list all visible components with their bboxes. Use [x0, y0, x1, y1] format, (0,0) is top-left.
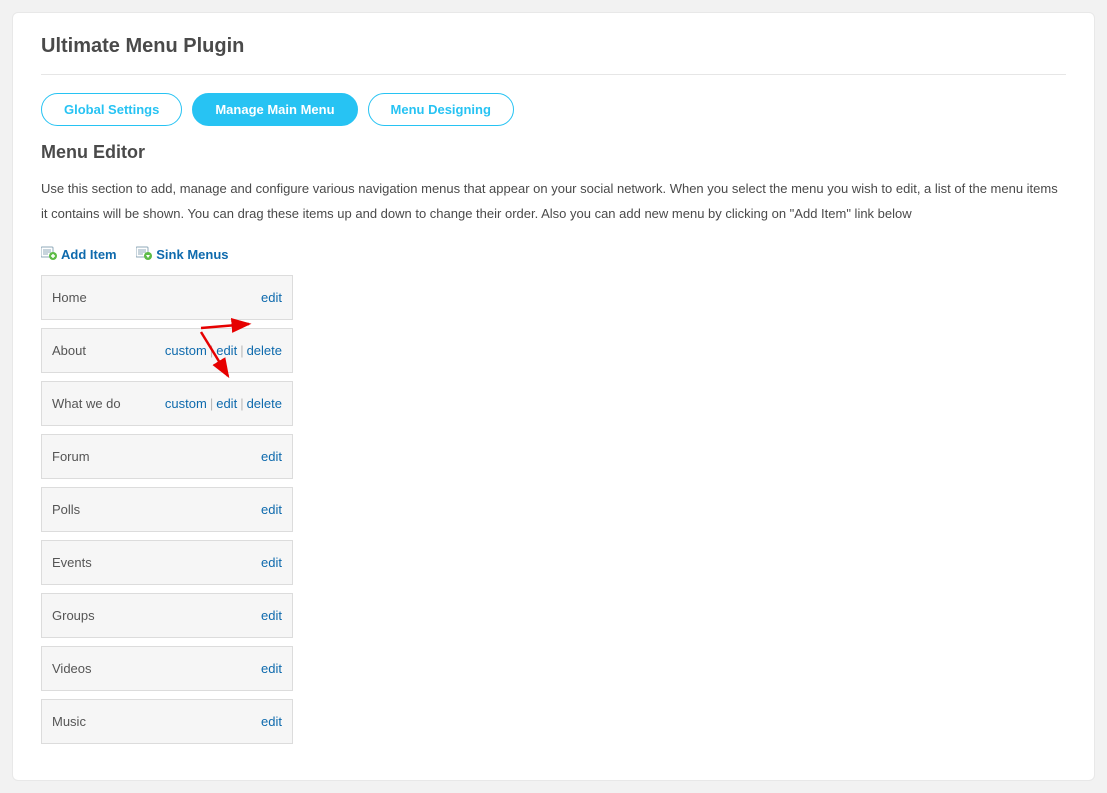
menu-item-actions: custom|edit|delete [165, 396, 282, 411]
separator: | [210, 343, 213, 358]
menu-item-custom-link[interactable]: custom [165, 343, 207, 358]
sink-menus-link[interactable]: Sink Menus [136, 246, 228, 263]
menu-item-label: Events [52, 555, 92, 570]
description-text: Use this section to add, manage and conf… [41, 177, 1066, 226]
menu-item-delete-link[interactable]: delete [247, 396, 282, 411]
menu-item-label: About [52, 343, 86, 358]
menu-item-edit-link[interactable]: edit [216, 396, 237, 411]
sink-menus-icon [136, 246, 156, 263]
separator: | [210, 396, 213, 411]
menu-item[interactable]: Home edit [41, 275, 293, 320]
menu-item-label: Music [52, 714, 86, 729]
menu-item-custom-link[interactable]: custom [165, 396, 207, 411]
menu-item-edit-link[interactable]: edit [261, 290, 282, 305]
add-item-link[interactable]: Add Item [41, 246, 117, 263]
panel: Ultimate Menu Plugin Global Settings Mana… [12, 12, 1095, 781]
menu-item-edit-link[interactable]: edit [216, 343, 237, 358]
menu-list: HomeeditAboutcustom|edit|deleteWhat we d… [41, 275, 293, 744]
menu-item-label: What we do [52, 396, 121, 411]
action-bar: Add Item Sink Menus [41, 246, 1066, 263]
menu-item-actions: edit [261, 502, 282, 517]
section-title: Menu Editor [41, 142, 1066, 163]
menu-item-edit-link[interactable]: edit [261, 555, 282, 570]
menu-item-label: Polls [52, 502, 80, 517]
menu-item-edit-link[interactable]: edit [261, 714, 282, 729]
menu-item-label: Videos [52, 661, 92, 676]
page-title: Ultimate Menu Plugin [41, 35, 1066, 58]
menu-item[interactable]: Videos edit [41, 646, 293, 691]
separator: | [240, 396, 243, 411]
add-item-icon [41, 246, 61, 263]
tab-manage-main-menu[interactable]: Manage Main Menu [192, 93, 357, 126]
tabs: Global Settings Manage Main Menu Menu Desi… [41, 93, 1066, 126]
menu-item[interactable]: Polls edit [41, 487, 293, 532]
menu-item-delete-link[interactable]: delete [247, 343, 282, 358]
menu-item-edit-link[interactable]: edit [261, 502, 282, 517]
menu-item[interactable]: Forum edit [41, 434, 293, 479]
menu-item-actions: edit [261, 714, 282, 729]
sink-menus-label: Sink Menus [156, 247, 228, 262]
add-item-label: Add Item [61, 247, 117, 262]
separator: | [240, 343, 243, 358]
menu-item[interactable]: Events edit [41, 540, 293, 585]
menu-item-actions: edit [261, 555, 282, 570]
divider [41, 74, 1066, 75]
tab-menu-designing[interactable]: Menu Designing [368, 93, 514, 126]
menu-item-actions: custom|edit|delete [165, 343, 282, 358]
menu-item-label: Home [52, 290, 87, 305]
menu-item-actions: edit [261, 608, 282, 623]
menu-item-edit-link[interactable]: edit [261, 608, 282, 623]
menu-item-edit-link[interactable]: edit [261, 449, 282, 464]
menu-item-edit-link[interactable]: edit [261, 661, 282, 676]
menu-item-actions: edit [261, 661, 282, 676]
menu-item[interactable]: Aboutcustom|edit|delete [41, 328, 293, 373]
menu-item-label: Groups [52, 608, 95, 623]
tab-global-settings[interactable]: Global Settings [41, 93, 182, 126]
menu-item[interactable]: Music edit [41, 699, 293, 744]
menu-item-actions: edit [261, 449, 282, 464]
menu-item-actions: edit [261, 290, 282, 305]
menu-item-label: Forum [52, 449, 90, 464]
menu-item[interactable]: What we docustom|edit|delete [41, 381, 293, 426]
menu-item[interactable]: Groups edit [41, 593, 293, 638]
